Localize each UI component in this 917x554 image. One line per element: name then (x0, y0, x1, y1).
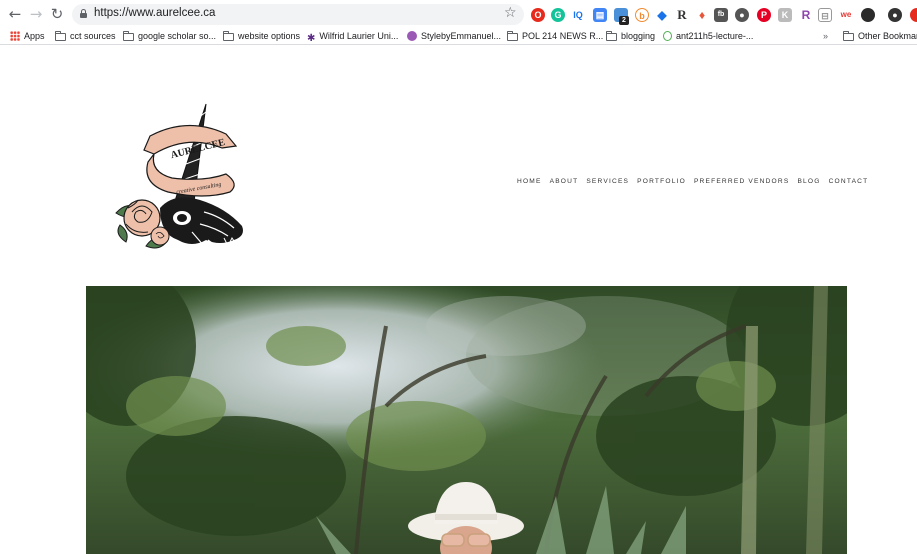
site-logo[interactable]: AURELCEE creative consulting (108, 100, 253, 258)
folder-icon (843, 31, 854, 41)
apple-icon (663, 31, 672, 41)
bookmark-other-bookmarks[interactable]: Other Bookmarks (843, 30, 917, 43)
site-icon (407, 31, 417, 41)
profile-avatar-icon[interactable]: ● (888, 8, 902, 22)
url-text[interactable]: https://www.aurelcee.ca (94, 7, 215, 19)
grid-extension-icon[interactable]: ⊟ (818, 8, 832, 22)
folder-icon (223, 31, 234, 41)
r-purple-extension-icon[interactable]: R (799, 8, 813, 22)
back-arrow-icon[interactable]: ← (7, 6, 23, 22)
forward-arrow-icon[interactable]: → (28, 6, 44, 22)
maple-leaf-icon: ✱ (307, 33, 316, 44)
bookmarks-bar: Apps cct sources google scholar so... we… (0, 28, 917, 45)
iq-extension-icon[interactable]: IQ (571, 8, 585, 22)
garden-photo-illustration (86, 286, 847, 554)
unicorn-skull-logo-icon: AURELCEE creative consulting (115, 103, 243, 249)
nav-contact[interactable]: CONTACT (829, 178, 869, 188)
folder-icon (507, 31, 518, 41)
nav-portfolio[interactable]: PORTFOLIO (637, 178, 686, 188)
folder-icon (55, 31, 66, 41)
nav-blog[interactable]: BLOG (797, 178, 820, 188)
folder-icon (123, 31, 134, 41)
fb-extension-icon[interactable]: fb (714, 8, 728, 22)
lock-icon (80, 9, 87, 18)
site-nav: HOME ABOUT SERVICES PORTFOLIO PREFERRED … (517, 178, 868, 188)
grammarly-extension-icon[interactable]: G (551, 8, 565, 22)
r-extension-icon[interactable]: R (675, 8, 689, 22)
pinterest-icon[interactable]: P (757, 8, 771, 22)
hero-image (86, 286, 847, 554)
wc-extension-icon[interactable]: we (839, 8, 853, 22)
bookmark-cct-sources[interactable]: cct sources (55, 30, 116, 43)
nav-home[interactable]: HOME (517, 178, 542, 188)
bookmark-star-icon[interactable]: ☆ (504, 5, 517, 21)
bookmark-wilfrid-laurier[interactable]: ✱ Wilfrid Laurier Uni... (307, 30, 398, 44)
folder-icon (606, 31, 617, 41)
calendar-extension-icon[interactable]: ▤ (593, 8, 607, 22)
k-extension-icon[interactable]: K (778, 8, 792, 22)
browser-toolbar: ← → ↻ https://www.aurelcee.ca ☆ O G IQ ▤… (0, 0, 917, 28)
dark-extension-icon[interactable] (861, 8, 875, 22)
bookmarks-overflow-chevron[interactable]: » (823, 30, 828, 43)
tracker-extension-icon[interactable]: b (635, 8, 649, 22)
bookmark-stylebyemmanuel[interactable]: StylebyEmmanuel... (407, 30, 501, 43)
pin-extension-icon[interactable]: ♦ (695, 8, 709, 22)
bookmark-ant211h5[interactable]: ant211h5-lecture-... (663, 30, 753, 43)
opera-menu-icon[interactable] (910, 8, 917, 22)
bookmark-google-scholar[interactable]: google scholar so... (123, 30, 216, 43)
bookmark-pol-214[interactable]: POL 214 NEWS R... (507, 30, 603, 43)
nav-about[interactable]: ABOUT (550, 178, 579, 188)
bookmark-website-options[interactable]: website options (223, 30, 300, 43)
circle-extension-icon[interactable]: ● (735, 8, 749, 22)
opera-extension-icon[interactable]: O (531, 8, 545, 22)
extension-badge-icon[interactable]: 2 (614, 8, 629, 25)
bookmark-apps[interactable]: Apps (10, 30, 45, 43)
address-bar[interactable]: https://www.aurelcee.ca ☆ (72, 4, 524, 25)
nav-services[interactable]: SERVICES (586, 178, 629, 188)
nav-preferred-vendors[interactable]: PREFERRED VENDORS (694, 178, 790, 188)
reload-icon[interactable]: ↻ (49, 6, 65, 22)
apps-icon (10, 31, 20, 41)
graduation-cap-icon[interactable]: ◆ (655, 8, 669, 22)
bookmark-blogging[interactable]: blogging (606, 30, 655, 43)
